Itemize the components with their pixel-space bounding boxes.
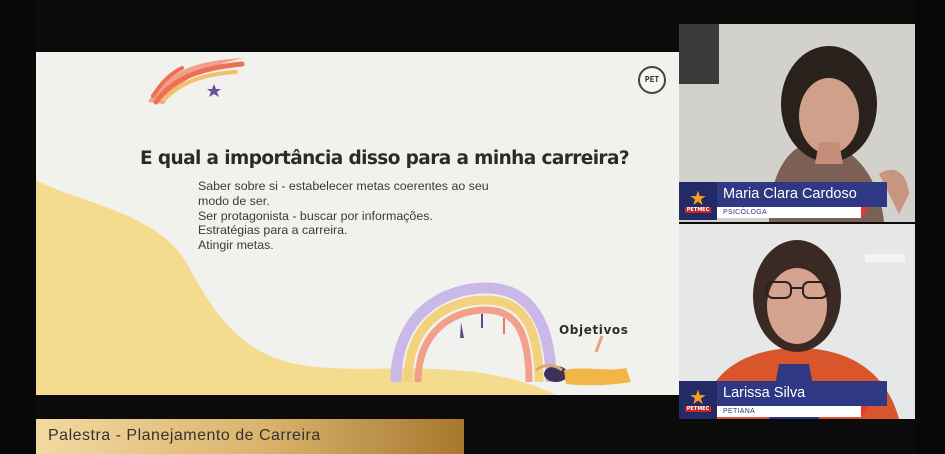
- bullet-line: Atingir metas.: [198, 238, 274, 253]
- pet-logo: PET: [638, 66, 666, 94]
- comet-icon: [148, 58, 245, 105]
- star-icon: [207, 84, 221, 97]
- video-tile-larissa[interactable]: ★ PETMEC Larissa Silva PETIANA: [679, 224, 915, 419]
- petmec-emblem-icon: ★ PETMEC: [679, 182, 717, 220]
- bullet-line: Ser protagonista - buscar por informaçõe…: [198, 208, 433, 223]
- petmec-emblem-icon: ★ PETMEC: [679, 381, 717, 419]
- slide-title: E qual a importância disso para a minha …: [140, 148, 630, 169]
- bullet-line: modo de ser.: [198, 193, 270, 208]
- slide-bullet-list: Saber sobre si - estabelecer metas coere…: [198, 179, 498, 253]
- banner-title: Palestra - Planejamento de Carreira: [48, 427, 321, 444]
- participant-role: PETIANA: [717, 406, 861, 417]
- video-tile-maria[interactable]: ★ PETMEC Maria Clara Cardoso PSICÓLOGA: [679, 24, 915, 222]
- bullet-line: Estratégias para a carreira.: [198, 223, 348, 238]
- bullet-line: Saber sobre si - estabelecer metas coere…: [198, 179, 489, 193]
- participant-name: Maria Clara Cardoso: [717, 182, 887, 207]
- nameplate-accent: [861, 207, 869, 218]
- right-frame-bar: [915, 0, 945, 454]
- lower-third-banner: Palestra - Planejamento de Carreira: [36, 419, 464, 454]
- nameplate-larissa: ★ PETMEC Larissa Silva PETIANA: [679, 381, 889, 419]
- participant-role: PSICÓLOGA: [717, 207, 861, 218]
- section-label: Objetivos: [559, 323, 629, 337]
- participant-name: Larissa Silva: [717, 381, 887, 406]
- left-frame-bar: [0, 0, 36, 454]
- nameplate-accent: [861, 406, 869, 417]
- presentation-slide: PET E qual a importância disso para a mi…: [36, 52, 679, 395]
- rainbow-illustration: [390, 282, 557, 383]
- nameplate-maria: ★ PETMEC Maria Clara Cardoso PSICÓLOGA: [679, 182, 889, 220]
